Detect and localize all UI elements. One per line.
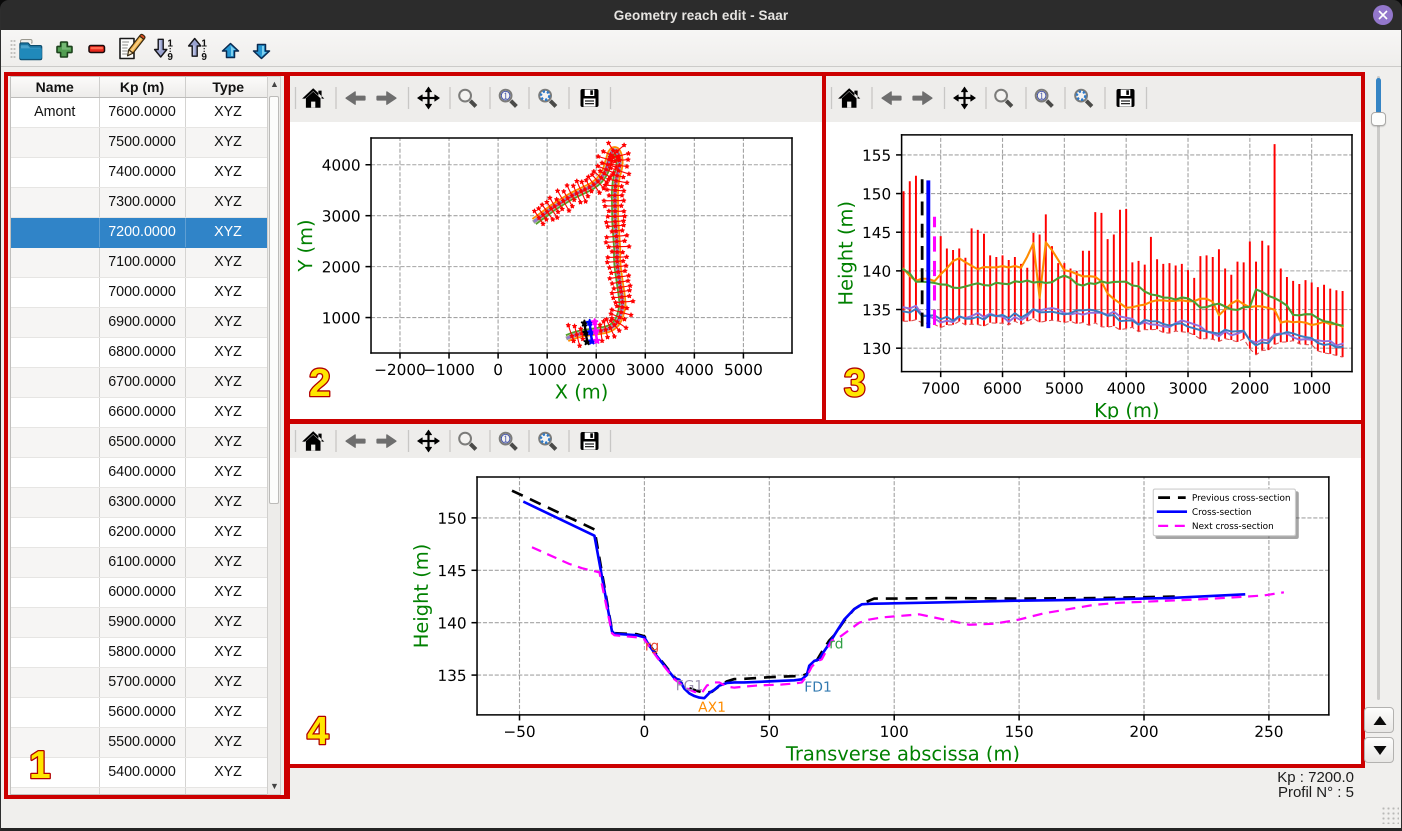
svg-text:9: 9 [167,52,173,63]
svg-text:9: 9 [201,52,207,63]
svg-text:2: 2 [309,362,331,405]
svg-text:1: 1 [29,744,51,787]
svg-text:3: 3 [844,362,866,405]
svg-text:1: 1 [167,39,173,50]
svg-text:4: 4 [307,710,329,753]
svg-text:1: 1 [201,39,207,50]
